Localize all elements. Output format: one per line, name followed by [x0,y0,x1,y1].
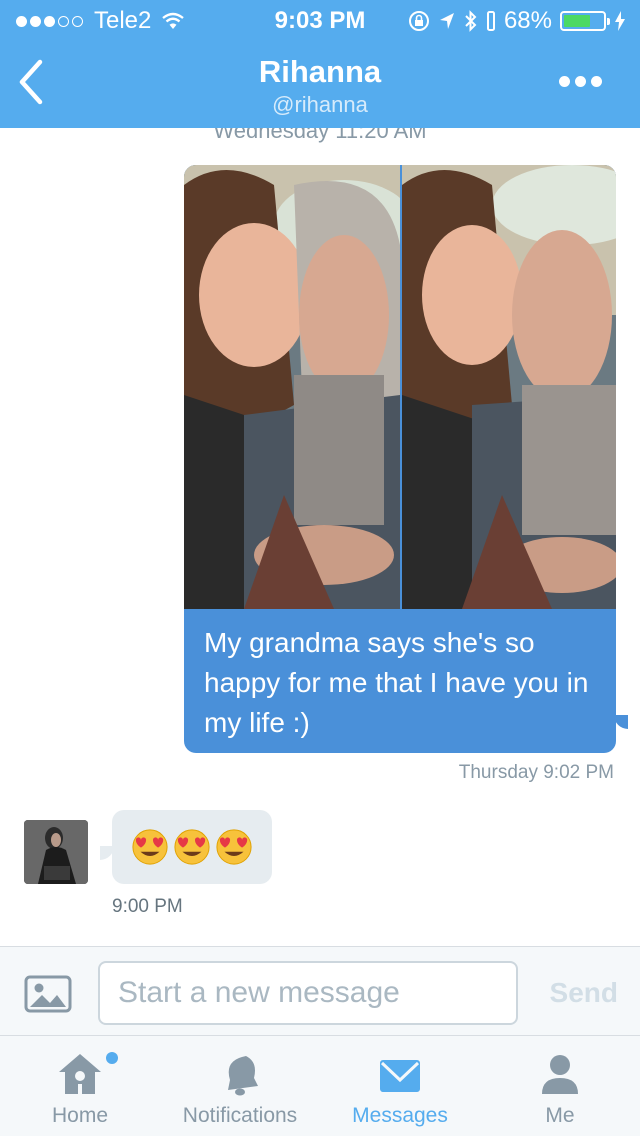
home-icon [59,1054,101,1094]
rotation-lock-icon [408,11,429,31]
vibrate-icon [486,11,495,31]
battery-percent: 68% [503,7,552,34]
conversation-title: Rihanna [258,54,382,89]
tab-label: Me [545,1104,575,1127]
avatar[interactable] [24,820,88,884]
tab-home[interactable]: Home [0,1036,160,1136]
battery-icon [560,11,610,31]
tab-label: Home [51,1104,109,1127]
incoming-message[interactable] [112,810,272,884]
tab-label: Messages [352,1104,448,1127]
bubble-tail [614,715,628,729]
attached-photo[interactable] [184,165,616,609]
outgoing-timestamp: Thursday 9:02 PM [458,762,614,783]
tab-messages[interactable]: Messages [320,1036,480,1136]
avatar-image [24,820,88,884]
bluetooth-icon [465,10,477,32]
emoji-row [129,828,255,866]
incoming-timestamp: 9:00 PM [112,896,183,917]
heart-eyes-emoji-icon [132,829,168,865]
more-dots-icon [559,76,570,87]
add-photo-button[interactable] [24,975,72,1013]
more-options-button[interactable] [554,76,602,87]
send-button[interactable]: Send [550,977,618,1009]
battery-fill [564,15,590,27]
conversation-handle: @rihanna [272,92,368,117]
location-arrow-icon [439,13,454,29]
envelope-icon [380,1060,420,1092]
person-icon [542,1055,578,1094]
tab-bar: Home Notifications Messages Me [0,1036,640,1136]
tab-me[interactable]: Me [480,1036,640,1136]
charging-bolt-icon [615,11,625,31]
image-icon [24,975,72,1013]
message-input[interactable] [98,961,518,1025]
message-composer: Send [0,946,640,1036]
nav-header: Tele2 9:03 PM 68% Rihanna @rihanna [0,0,640,128]
date-divider: Wednesday 11:20 AM [213,128,427,143]
heart-eyes-emoji-icon [174,829,210,865]
photo-left-half [184,165,400,609]
outgoing-message-text: My grandma says she's so happy for me th… [204,627,589,738]
status-right: 68% [400,7,626,35]
tab-notifications[interactable]: Notifications [160,1036,320,1136]
bell-icon [228,1056,258,1096]
message-list[interactable]: Wednesday 11:20 AM My grandma says she's… [0,128,640,946]
outgoing-message[interactable]: My grandma says she's so happy for me th… [184,165,616,753]
new-activity-dot [106,1052,118,1064]
status-bar: Tele2 9:03 PM 68% [0,0,640,40]
tab-label: Notifications [182,1104,298,1127]
photo-right-half [402,165,616,609]
heart-eyes-emoji-icon [216,829,252,865]
